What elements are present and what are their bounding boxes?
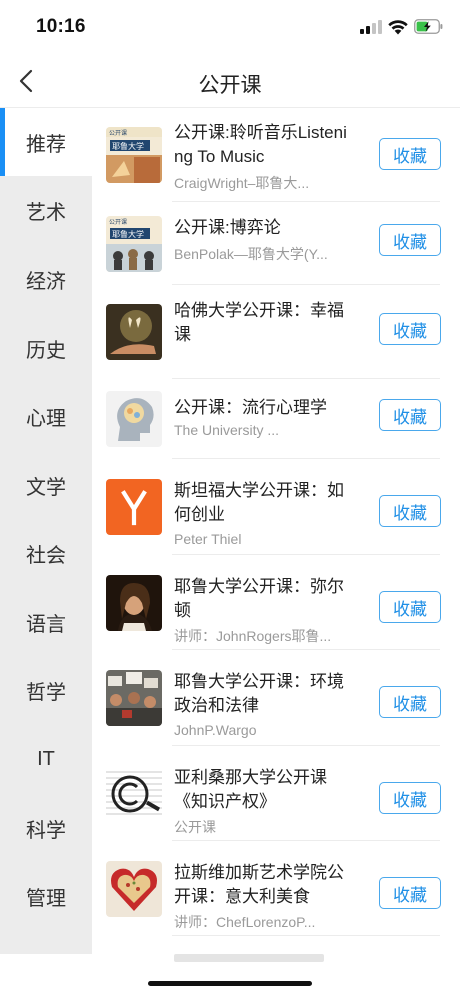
favorite-button[interactable]: 收藏 xyxy=(379,313,441,345)
course-thumbnail xyxy=(106,766,162,822)
active-indicator xyxy=(0,108,5,176)
course-item[interactable]: 公开课：流行心理学 The University ... 收藏 xyxy=(92,379,460,459)
y-combinator-logo xyxy=(106,479,162,535)
favorite-button[interactable]: 收藏 xyxy=(379,877,441,909)
category-tab-management[interactable]: 管理 xyxy=(0,862,92,930)
category-tab-history[interactable]: 历史 xyxy=(0,314,92,382)
category-tab-philosophy[interactable]: 哲学 xyxy=(0,656,92,724)
svg-text:耶鲁大学: 耶鲁大学 xyxy=(112,229,144,239)
divider xyxy=(172,935,440,936)
category-label: 管理 xyxy=(26,887,66,910)
course-thumbnail: 公开课 耶鲁大学 xyxy=(106,127,162,183)
svg-text:耶鲁大学: 耶鲁大学 xyxy=(112,141,144,151)
favorite-button[interactable]: 收藏 xyxy=(379,495,441,527)
svg-text:公开课: 公开课 xyxy=(109,129,127,137)
category-tab-recommended[interactable]: 推荐 xyxy=(0,108,92,176)
category-label: 科学 xyxy=(26,819,66,842)
category-label: 经济 xyxy=(26,270,66,293)
cellular-signal-icon xyxy=(360,20,382,34)
course-title: 哈佛大学公开课：幸福课 xyxy=(174,301,344,344)
copyright-symbol xyxy=(106,766,162,822)
favorite-button[interactable]: 收藏 xyxy=(379,782,441,814)
course-subtitle: JohnP.Wargo xyxy=(174,722,257,738)
course-thumbnail xyxy=(106,670,162,726)
yale-game-theory-logo: 公开课 耶鲁大学 xyxy=(106,216,162,272)
category-tab-literature[interactable]: 文学 xyxy=(0,451,92,519)
milton-portrait xyxy=(106,575,162,631)
course-subtitle: CraigWright–耶鲁大... xyxy=(174,175,310,191)
wifi-icon xyxy=(388,20,408,35)
category-tab-art[interactable]: 艺术 xyxy=(0,176,92,244)
status-time: 10:16 xyxy=(36,16,86,37)
course-title: 拉斯维加斯艺术学院公开课：意大利美食 xyxy=(174,863,344,906)
category-label: 哲学 xyxy=(26,681,66,704)
course-thumbnail xyxy=(106,479,162,535)
status-bar: 10:16 xyxy=(0,0,460,56)
category-tab-it[interactable]: IT xyxy=(0,725,92,793)
partial-list-item xyxy=(92,952,460,962)
category-tab-language[interactable]: 语言 xyxy=(0,588,92,656)
protest-crowd-photo xyxy=(106,670,162,726)
category-label: 社会 xyxy=(26,544,66,567)
course-title: 耶鲁大学公开课：弥尔顿 xyxy=(174,577,344,620)
course-title: 耶鲁大学公开课：环境政治和法律 xyxy=(174,672,344,715)
course-thumbnail xyxy=(106,861,162,917)
course-thumbnail: 公开课 耶鲁大学 xyxy=(106,216,162,272)
category-sidebar: 推荐 艺术 经济 历史 心理 文学 社会 语言 哲学 IT 科学 管理 xyxy=(0,108,92,954)
course-item[interactable]: 亚利桑那大学公开课《知识产权》 公开课 收藏 xyxy=(92,746,460,841)
category-tab-science[interactable]: 科学 xyxy=(0,794,92,862)
course-subtitle: Peter Thiel xyxy=(174,531,242,547)
navigation-bar: 公开课 xyxy=(0,56,460,108)
course-subtitle: The University ... xyxy=(174,422,280,438)
course-item[interactable]: 耶鲁大学公开课：环境政治和法律 JohnP.Wargo 收藏 xyxy=(92,650,460,746)
favorite-button[interactable]: 收藏 xyxy=(379,224,441,256)
page-title: 公开课 xyxy=(198,74,262,97)
category-label: 推荐 xyxy=(26,133,66,156)
course-title: 公开课:博弈论 xyxy=(174,218,281,237)
course-item[interactable]: 斯坦福大学公开课：如何创业 Peter Thiel 收藏 xyxy=(92,459,460,555)
course-subtitle: 讲师：ChefLorenzoP... xyxy=(174,914,316,930)
partial-title-text xyxy=(174,954,324,962)
spaghetti-heart-photo xyxy=(106,861,162,917)
category-tab-economics[interactable]: 经济 xyxy=(0,245,92,313)
favorite-button[interactable]: 收藏 xyxy=(379,138,441,170)
course-item[interactable]: 拉斯维加斯艺术学院公开课：意大利美食 讲师：ChefLorenzoP... 收藏 xyxy=(92,841,460,936)
course-list: 公开课 耶鲁大学 公开课:聆听音乐Listening To Music Crai… xyxy=(92,108,460,954)
category-label: 文学 xyxy=(26,476,66,499)
category-tab-society[interactable]: 社会 xyxy=(0,519,92,587)
category-label: 语言 xyxy=(26,613,66,636)
course-title: 斯坦福大学公开课：如何创业 xyxy=(174,481,344,524)
course-title: 亚利桑那大学公开课《知识产权》 xyxy=(174,768,327,811)
battery-charging-icon xyxy=(414,19,443,34)
course-title: 公开课：流行心理学 xyxy=(174,398,327,417)
favorite-button[interactable]: 收藏 xyxy=(379,686,441,718)
course-item[interactable]: 耶鲁大学公开课：弥尔顿 讲师：JohnRogers耶鲁... 收藏 xyxy=(92,555,460,650)
yale-open-course-logo: 公开课 耶鲁大学 xyxy=(106,127,162,183)
category-label: IT xyxy=(37,747,55,770)
course-subtitle: 公开课 xyxy=(174,819,216,835)
brain-head-icon xyxy=(106,391,162,447)
course-thumbnail xyxy=(106,391,162,447)
category-tab-psychology[interactable]: 心理 xyxy=(0,382,92,450)
favorite-button[interactable]: 收藏 xyxy=(379,399,441,431)
category-label: 艺术 xyxy=(26,201,66,224)
course-item[interactable]: 哈佛大学公开课：幸福课 收藏 xyxy=(92,285,460,379)
category-label: 历史 xyxy=(26,339,66,362)
category-label: 心理 xyxy=(26,407,66,430)
course-subtitle: 讲师：JohnRogers耶鲁... xyxy=(174,628,332,644)
course-thumbnail xyxy=(106,304,162,360)
course-title: 公开课:聆听音乐Listening To Music xyxy=(174,123,347,166)
course-item[interactable]: 公开课 耶鲁大学 公开课:博弈论 BenPolak—耶鲁大学(Y... 收藏 xyxy=(92,202,460,285)
butterfly-hand-photo xyxy=(106,304,162,360)
home-indicator[interactable] xyxy=(148,981,312,986)
course-item[interactable]: 公开课 耶鲁大学 公开课:聆听音乐Listening To Music Crai… xyxy=(92,108,460,202)
course-subtitle: BenPolak—耶鲁大学(Y... xyxy=(174,246,328,262)
svg-text:公开课: 公开课 xyxy=(109,218,127,226)
favorite-button[interactable]: 收藏 xyxy=(379,591,441,623)
course-thumbnail xyxy=(106,575,162,631)
